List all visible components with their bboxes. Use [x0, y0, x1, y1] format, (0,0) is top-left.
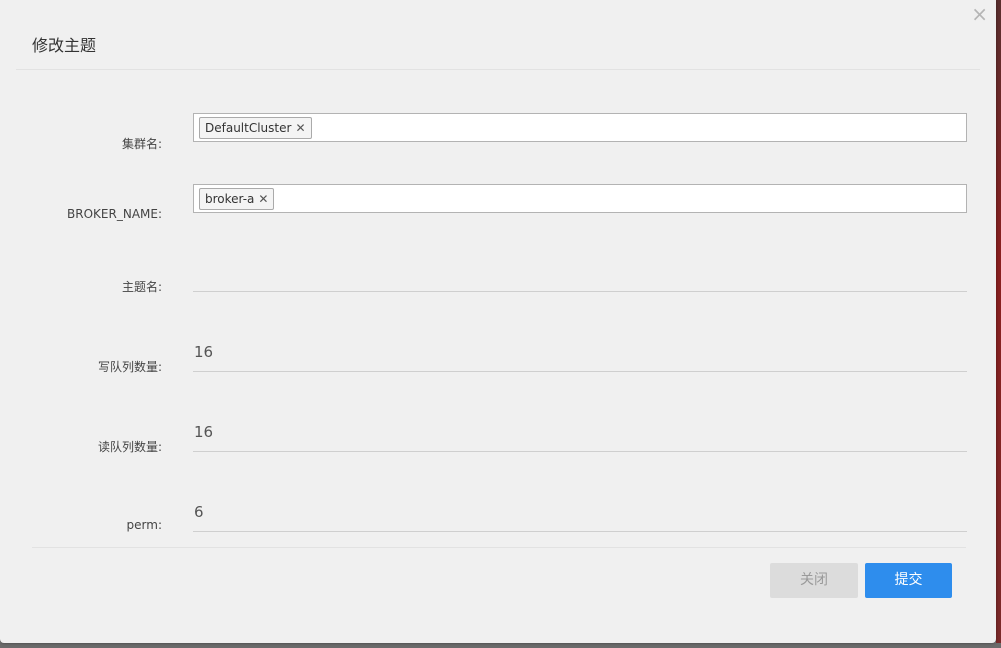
- background-strip-bottom: [0, 643, 1001, 648]
- topic-name-field[interactable]: [193, 255, 967, 292]
- remove-tag-icon[interactable]: ✕: [295, 121, 305, 135]
- perm-field[interactable]: 6: [193, 495, 967, 532]
- footer-divider: [32, 547, 966, 548]
- remove-tag-icon[interactable]: ✕: [258, 192, 268, 206]
- write-queue-label: 写队列数量:: [97, 360, 162, 374]
- dialog-header: 修改主题: [16, 0, 980, 70]
- broker-tag: broker-a ✕: [199, 188, 275, 210]
- broker-tag-label: broker-a: [205, 192, 255, 206]
- broker-name-label: BROKER_NAME:: [67, 207, 162, 221]
- cluster-select[interactable]: DefaultCluster ✕: [193, 113, 967, 142]
- read-queue-field[interactable]: 16: [193, 415, 967, 452]
- submit-button[interactable]: 提交: [865, 563, 952, 598]
- close-button[interactable]: 关闭: [770, 563, 858, 598]
- background-strip-right: [996, 0, 1001, 648]
- cluster-tag: DefaultCluster ✕: [199, 117, 312, 139]
- read-queue-label: 读队列数量:: [97, 440, 162, 454]
- edit-topic-dialog: 修改主题 × 集群名: DefaultCluster ✕ BROKER_NAME:…: [0, 0, 996, 643]
- cluster-tag-label: DefaultCluster: [205, 121, 292, 135]
- broker-name-select[interactable]: broker-a ✕: [193, 184, 967, 213]
- read-queue-value: 16: [194, 423, 214, 441]
- cluster-label: 集群名:: [121, 137, 162, 151]
- topic-name-label: 主题名:: [121, 280, 162, 294]
- perm-label: perm:: [126, 518, 162, 532]
- dialog-title: 修改主题: [32, 36, 97, 55]
- write-queue-value: 16: [194, 343, 214, 361]
- perm-value: 6: [194, 503, 204, 521]
- close-icon[interactable]: ×: [971, 4, 988, 24]
- write-queue-field[interactable]: 16: [193, 335, 967, 372]
